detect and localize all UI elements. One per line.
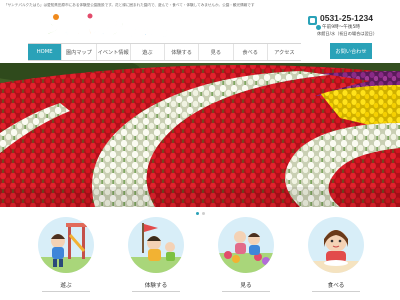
svg-text:たはら: たはら <box>130 25 168 40</box>
flag-kids-illustration <box>128 217 184 273</box>
svg-text:ク: ク <box>109 19 126 39</box>
nav-item-see[interactable]: 見る <box>199 44 234 60</box>
slider-dots <box>0 212 400 215</box>
nav-item-home[interactable]: HOME <box>28 44 63 60</box>
svg-text:パ: パ <box>76 19 93 39</box>
site-intro-text: 「サンテパルクたはら」は愛知県田原市にある体験型公園施設です。花と緑に囲まれた園… <box>4 3 255 7</box>
card-underline <box>312 291 360 292</box>
card-underline <box>222 291 270 292</box>
svg-text:テ: テ <box>60 19 77 39</box>
slider-dot-2[interactable] <box>201 212 205 215</box>
card-underline <box>42 291 90 292</box>
svg-text:サン: サン <box>28 19 62 39</box>
phone-icon <box>308 16 317 25</box>
card-eat-label: 食べる <box>327 283 345 289</box>
card-underline <box>132 291 180 292</box>
svg-text:ル: ル <box>93 19 110 39</box>
slider-dot-1[interactable] <box>195 212 199 215</box>
flower-viewing-kids-illustration <box>218 217 274 273</box>
closed-days: 休館日/水（祝日の場合は翌日） <box>317 31 378 36</box>
site-logo[interactable]: サン テ パ ル ク たはら <box>28 12 168 42</box>
opening-hours: 午前9時〜午後5時 <box>322 25 361 30</box>
card-experience-label: 体験する <box>144 283 168 289</box>
nav-item-eat[interactable]: 食べる <box>234 44 268 60</box>
nav-item-events[interactable]: イベント情報 <box>97 44 131 60</box>
main-nav: HOME 園内マップ イベント情報 遊ぶ 体験する 見る 食べる アクセス <box>28 43 301 61</box>
nav-item-access[interactable]: アクセス <box>268 44 301 60</box>
hero-slider[interactable] <box>0 63 400 207</box>
nav-item-play[interactable]: 遊ぶ <box>131 44 165 60</box>
clock-icon <box>316 25 321 30</box>
card-see-label: 見る <box>240 283 252 289</box>
eating-girl-illustration <box>308 217 364 273</box>
phone-number[interactable]: 0531-25-1234 <box>320 13 373 23</box>
nav-item-experience[interactable]: 体験する <box>165 44 200 60</box>
tulip-field-photo <box>0 63 400 207</box>
contact-button[interactable]: お問い合わせ <box>330 43 372 59</box>
card-play-label: 遊ぶ <box>60 283 72 289</box>
playground-kids-illustration <box>38 217 94 273</box>
category-cards: 遊ぶ 体験する 見る 食べる <box>0 217 400 300</box>
nav-item-map[interactable]: 園内マップ <box>62 44 97 60</box>
